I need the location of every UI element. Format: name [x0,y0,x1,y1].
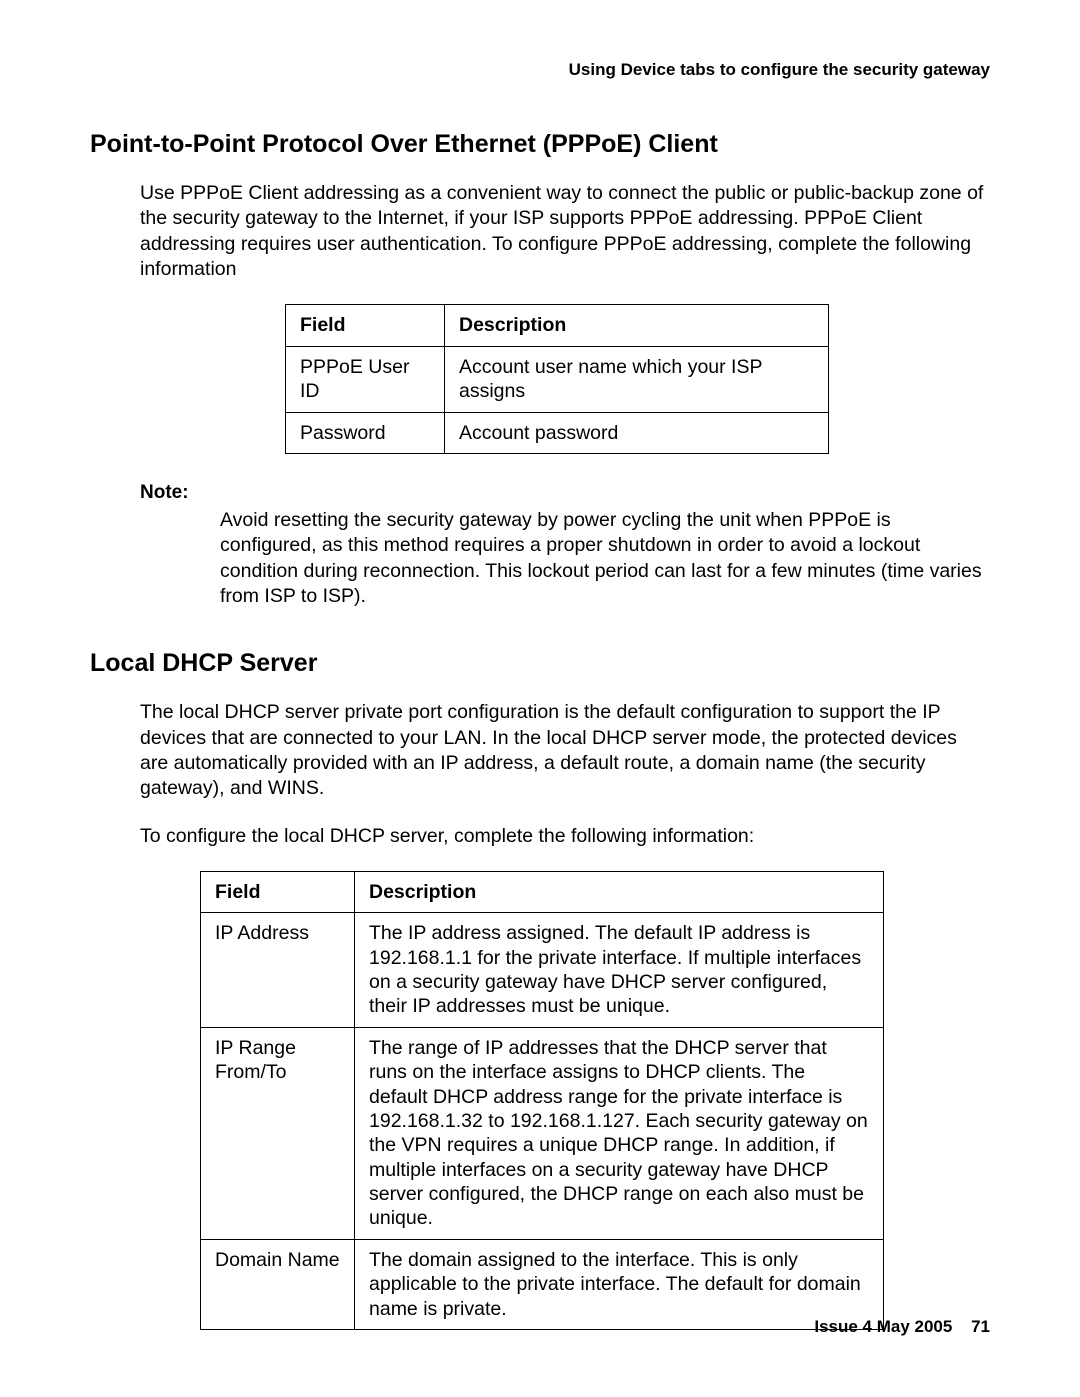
table-cell-desc: The IP address assigned. The default IP … [355,913,884,1028]
section-heading-pppoe: Point-to-Point Protocol Over Ethernet (P… [90,130,990,159]
running-header: Using Device tabs to configure the secur… [90,60,990,80]
table-header-desc: Description [445,305,829,346]
table-cell-field: Password [286,412,445,453]
document-page: Using Device tabs to configure the secur… [0,0,1080,1330]
note-body: Avoid resetting the security gateway by … [140,508,990,609]
table-header-field: Field [201,871,355,912]
page-footer: Issue 4 May 2005 71 [814,1317,990,1337]
table-header-field: Field [286,305,445,346]
table-header-row: Field Description [286,305,829,346]
table-cell-desc: Account user name which your ISP assigns [445,346,829,412]
table-row: PPPoE User ID Account user name which yo… [286,346,829,412]
table-row: IP Range From/To The range of IP address… [201,1027,884,1239]
table-header-desc: Description [355,871,884,912]
footer-issue-date: Issue 4 May 2005 [814,1317,952,1336]
table-cell-field: IP Range From/To [201,1027,355,1239]
footer-page-number: 71 [971,1317,990,1336]
table-cell-field: PPPoE User ID [286,346,445,412]
table-row: IP Address The IP address assigned. The … [201,913,884,1028]
dhcp-intro-paragraph-1: The local DHCP server private port confi… [90,700,990,801]
table-cell-field: Domain Name [201,1239,355,1329]
pppoe-field-table: Field Description PPPoE User ID Account … [285,304,829,454]
dhcp-field-table: Field Description IP Address The IP addr… [200,871,884,1330]
table-row: Password Account password [286,412,829,453]
note-label: Note: [140,482,990,504]
table-cell-desc: The domain assigned to the interface. Th… [355,1239,884,1329]
table-cell-field: IP Address [201,913,355,1028]
table-cell-desc: The range of IP addresses that the DHCP … [355,1027,884,1239]
pppoe-intro-paragraph: Use PPPoE Client addressing as a conveni… [90,181,990,282]
dhcp-intro-paragraph-2: To configure the local DHCP server, comp… [90,824,990,849]
table-header-row: Field Description [201,871,884,912]
note-block: Note: Avoid resetting the security gatew… [90,482,990,609]
table-row: Domain Name The domain assigned to the i… [201,1239,884,1329]
section-heading-dhcp: Local DHCP Server [90,649,990,678]
table-cell-desc: Account password [445,412,829,453]
